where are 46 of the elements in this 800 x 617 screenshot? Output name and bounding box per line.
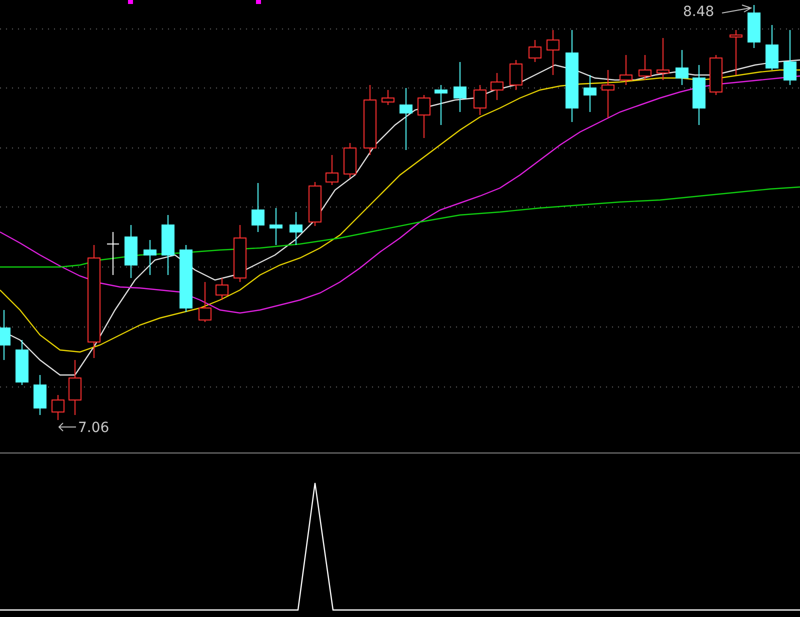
candlestick: [344, 142, 356, 178]
candlestick: [710, 54, 722, 96]
candlestick: [766, 24, 778, 70]
candlestick: [382, 90, 394, 106]
candlestick: [584, 74, 596, 112]
candlestick: [400, 88, 412, 150]
candlestick: [326, 154, 338, 186]
candlestick: [364, 84, 376, 156]
candlestick: [0, 310, 10, 360]
candlestick: [490, 72, 504, 100]
price-label: 7.06: [78, 420, 110, 436]
arrow-icon: [58, 422, 76, 432]
candlestick: [510, 60, 522, 90]
candlestick: [144, 240, 156, 276]
candlestick: [434, 84, 448, 126]
candlestick: [180, 244, 192, 312]
candlestick: [418, 94, 430, 138]
arrow-icon: [722, 4, 752, 14]
candlestick: [784, 30, 796, 86]
price-label: 8.48: [683, 4, 714, 20]
candlestick: [198, 282, 212, 322]
candlestick: [692, 64, 706, 126]
candlestick: [162, 214, 174, 276]
candlestick: [528, 40, 542, 62]
candlestick: [234, 224, 246, 282]
candlestick: [656, 38, 670, 80]
candlestick: [454, 62, 466, 112]
candlestick: [602, 70, 614, 118]
candlestick: [68, 360, 82, 416]
candlestick: [16, 340, 28, 386]
candlestick: [252, 182, 264, 232]
candlestick: [620, 54, 632, 86]
candlestick: [638, 54, 652, 80]
candlestick: [290, 212, 302, 246]
candlestick: [52, 394, 64, 420]
candlestick: [676, 50, 688, 86]
candlestick: [546, 30, 560, 76]
candlestick: [34, 374, 46, 416]
candlestick: [308, 182, 322, 226]
candlestick: [748, 4, 760, 48]
candlestick: [270, 208, 282, 246]
candlestick: [124, 224, 138, 278]
candlestick: [474, 84, 486, 116]
candlestick: [216, 278, 228, 300]
candlestick: [106, 232, 120, 276]
candlestick: [730, 30, 742, 76]
